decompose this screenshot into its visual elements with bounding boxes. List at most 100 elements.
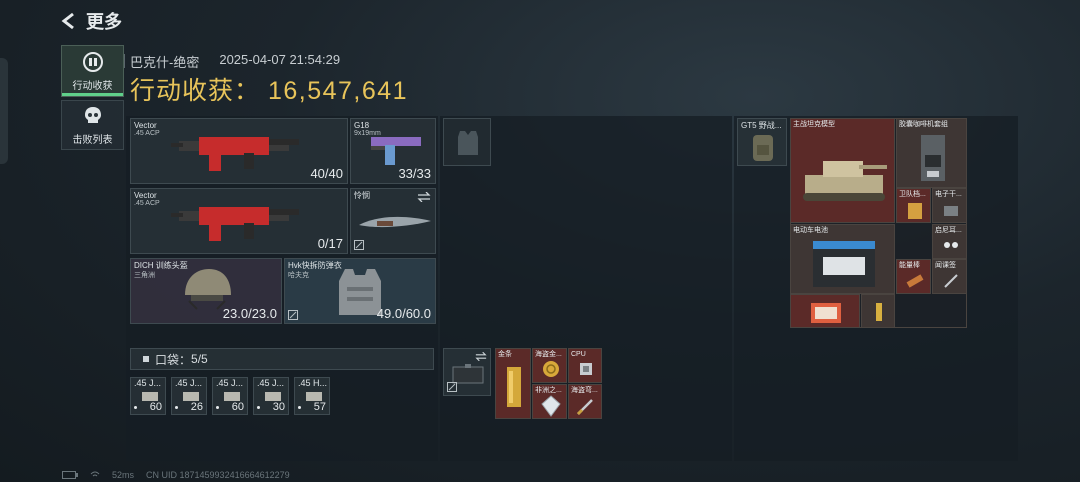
capsule-coffee-item[interactable]: 胶囊咖啡机套组 xyxy=(896,118,967,188)
status-footer: 52ms CN UID 1871459932416664612279 xyxy=(62,470,290,480)
ammo-count: 60 xyxy=(231,401,244,413)
raid-info: 巴克什-绝密 2025-04-07 21:54:29 xyxy=(124,52,341,71)
weapon-name: Vector xyxy=(134,191,157,200)
knife-icon xyxy=(359,216,431,228)
map-name: 巴克什-绝密 xyxy=(130,55,200,70)
weapon-ammo-count: 40/40 xyxy=(310,166,343,181)
pocket-ammo-item[interactable]: .45 J... 26 xyxy=(171,377,207,415)
gold-bar-item[interactable]: 金条 xyxy=(495,348,531,419)
weapon-ammo-type: .45 ACP xyxy=(134,200,160,207)
vector-smg-icon xyxy=(171,137,299,171)
helmet-icon xyxy=(185,269,231,310)
helmet-name: DICH 训练头盔 xyxy=(134,261,188,270)
item-name: 胶囊咖啡机套组 xyxy=(899,121,948,128)
sword-icon xyxy=(576,399,593,416)
item-name: 卫队档... xyxy=(899,191,926,198)
tab-harvest[interactable]: 行动收获 xyxy=(61,45,124,97)
gold-bar-icon xyxy=(507,367,521,407)
earphone-item[interactable]: 启尼耳... xyxy=(932,224,967,259)
coin-icon xyxy=(543,361,559,377)
pistol-name: G18 xyxy=(354,121,370,130)
pocket-ammo-item[interactable]: .45 J... 30 xyxy=(253,377,289,415)
vector-smg-icon xyxy=(171,207,299,241)
raid-datetime: 2025-04-07 21:54:29 xyxy=(219,52,341,67)
medkit-icon xyxy=(811,303,841,323)
backpack-name: GT5 野战... xyxy=(741,121,782,130)
helmet-brand: 三角洲 xyxy=(134,272,155,279)
active-tab-indicator xyxy=(62,93,123,96)
pocket-ammo-item[interactable]: .45 J... 60 xyxy=(212,377,248,415)
ammo-count: 26 xyxy=(190,401,203,413)
secure-container-slot[interactable] xyxy=(443,348,491,396)
melee-slot[interactable]: 怜悯 xyxy=(350,188,436,254)
item-name: 电动车电池 xyxy=(793,227,828,234)
backpack-icon xyxy=(753,135,773,161)
car-battery-icon xyxy=(813,241,875,287)
broken-indicator-icon xyxy=(354,240,364,250)
ammo-name: .45 J... xyxy=(216,378,244,388)
back-button[interactable]: 更多 xyxy=(60,8,122,34)
melee-name: 怜悯 xyxy=(354,191,370,200)
chest-rig-slot[interactable] xyxy=(443,118,491,166)
g18-pistol-icon xyxy=(371,137,421,165)
item-name: 海盗弯... xyxy=(571,387,598,394)
backpack-slot[interactable]: GT5 野战... xyxy=(737,118,787,166)
earbuds-icon xyxy=(944,242,958,248)
cpu-item[interactable]: CPU xyxy=(568,348,602,383)
back-arrow-icon xyxy=(61,12,74,30)
energy-bar-item[interactable]: 能量棒 xyxy=(896,259,931,294)
ammo-name: .45 J... xyxy=(257,378,285,388)
guard-file-item[interactable]: 卫队档... xyxy=(896,188,931,223)
tab-kill-list-label: 击败列表 xyxy=(72,134,113,146)
ammo-count: 60 xyxy=(149,401,162,413)
weapon-ammo-count: 0/17 xyxy=(317,236,343,251)
item-name: 海盗金... xyxy=(535,351,562,358)
pocket-ammo-item[interactable]: .45 H... 57 xyxy=(294,377,330,415)
tab-harvest-label: 行动收获 xyxy=(72,80,113,92)
coffee-machine-icon xyxy=(921,135,945,181)
armor-brand: 哈夫克 xyxy=(288,272,309,279)
broken-indicator-icon xyxy=(447,382,457,392)
energy-bar-icon xyxy=(906,274,924,288)
harvest-total: 行动收获： 16,547,641 xyxy=(130,71,408,107)
electronic-jammer-item[interactable]: 电子干... xyxy=(932,188,967,223)
armor-slot[interactable]: Hvk快拆防弹衣 哈夫克 49.0/60.0 xyxy=(284,258,436,324)
ev-battery-item[interactable]: 电动车电池 xyxy=(790,224,895,294)
item-name: 能量棒 xyxy=(899,262,920,269)
wifi-icon xyxy=(90,471,100,477)
tank-model-item[interactable]: 主战坦克模型 xyxy=(790,118,895,223)
heart-of-africa-item[interactable]: 非洲之... xyxy=(532,384,567,419)
tube-icon xyxy=(876,303,882,321)
side-handle[interactable] xyxy=(0,58,8,164)
broken-indicator-icon xyxy=(288,310,298,320)
tab-kill-list[interactable]: 击败列表 xyxy=(61,100,124,150)
item-name: 金条 xyxy=(498,351,512,358)
tag-item[interactable]: 闻课签 xyxy=(932,259,967,294)
battery-icon xyxy=(62,471,78,479)
divider xyxy=(124,54,125,68)
pocket-label: 口袋： xyxy=(155,352,192,367)
item-name: 主战坦克模型 xyxy=(793,121,835,128)
pirate-coin-item[interactable]: 海盗金... xyxy=(532,348,567,383)
primary-weapon-slot-2[interactable]: Vector .45 ACP 0/17 xyxy=(130,188,348,254)
armor-name: Hvk快拆防弹衣 xyxy=(288,261,342,270)
cpu-chip-icon xyxy=(580,363,592,375)
pocket-ammo-item[interactable]: .45 J... 60 xyxy=(130,377,166,415)
user-id: CN UID 1871459932416664612279 xyxy=(146,470,290,480)
vest-placeholder-icon xyxy=(458,131,478,155)
ammo-name: .45 J... xyxy=(175,378,203,388)
item-name: 闻课签 xyxy=(935,262,956,269)
small-tube-item[interactable] xyxy=(861,294,895,328)
medical-kit-item[interactable] xyxy=(790,294,860,328)
pirate-sword-item[interactable]: 海盗弯... xyxy=(568,384,602,419)
pistol-ammo-count: 33/33 xyxy=(398,166,431,181)
weapon-name: Vector xyxy=(134,121,157,130)
harvest-label: 行动收获： xyxy=(130,77,261,105)
helmet-slot[interactable]: DICH 训练头盔 三角洲 23.0/23.0 xyxy=(130,258,282,324)
ping: 52ms xyxy=(112,470,135,480)
swap-icon[interactable] xyxy=(417,192,431,202)
primary-weapon-slot-1[interactable]: Vector .45 ACP 40/40 xyxy=(130,118,348,184)
swap-icon[interactable] xyxy=(475,352,487,361)
pistol-slot[interactable]: G18 9x19mm 33/33 xyxy=(350,118,436,184)
ammo-dot xyxy=(175,406,178,409)
